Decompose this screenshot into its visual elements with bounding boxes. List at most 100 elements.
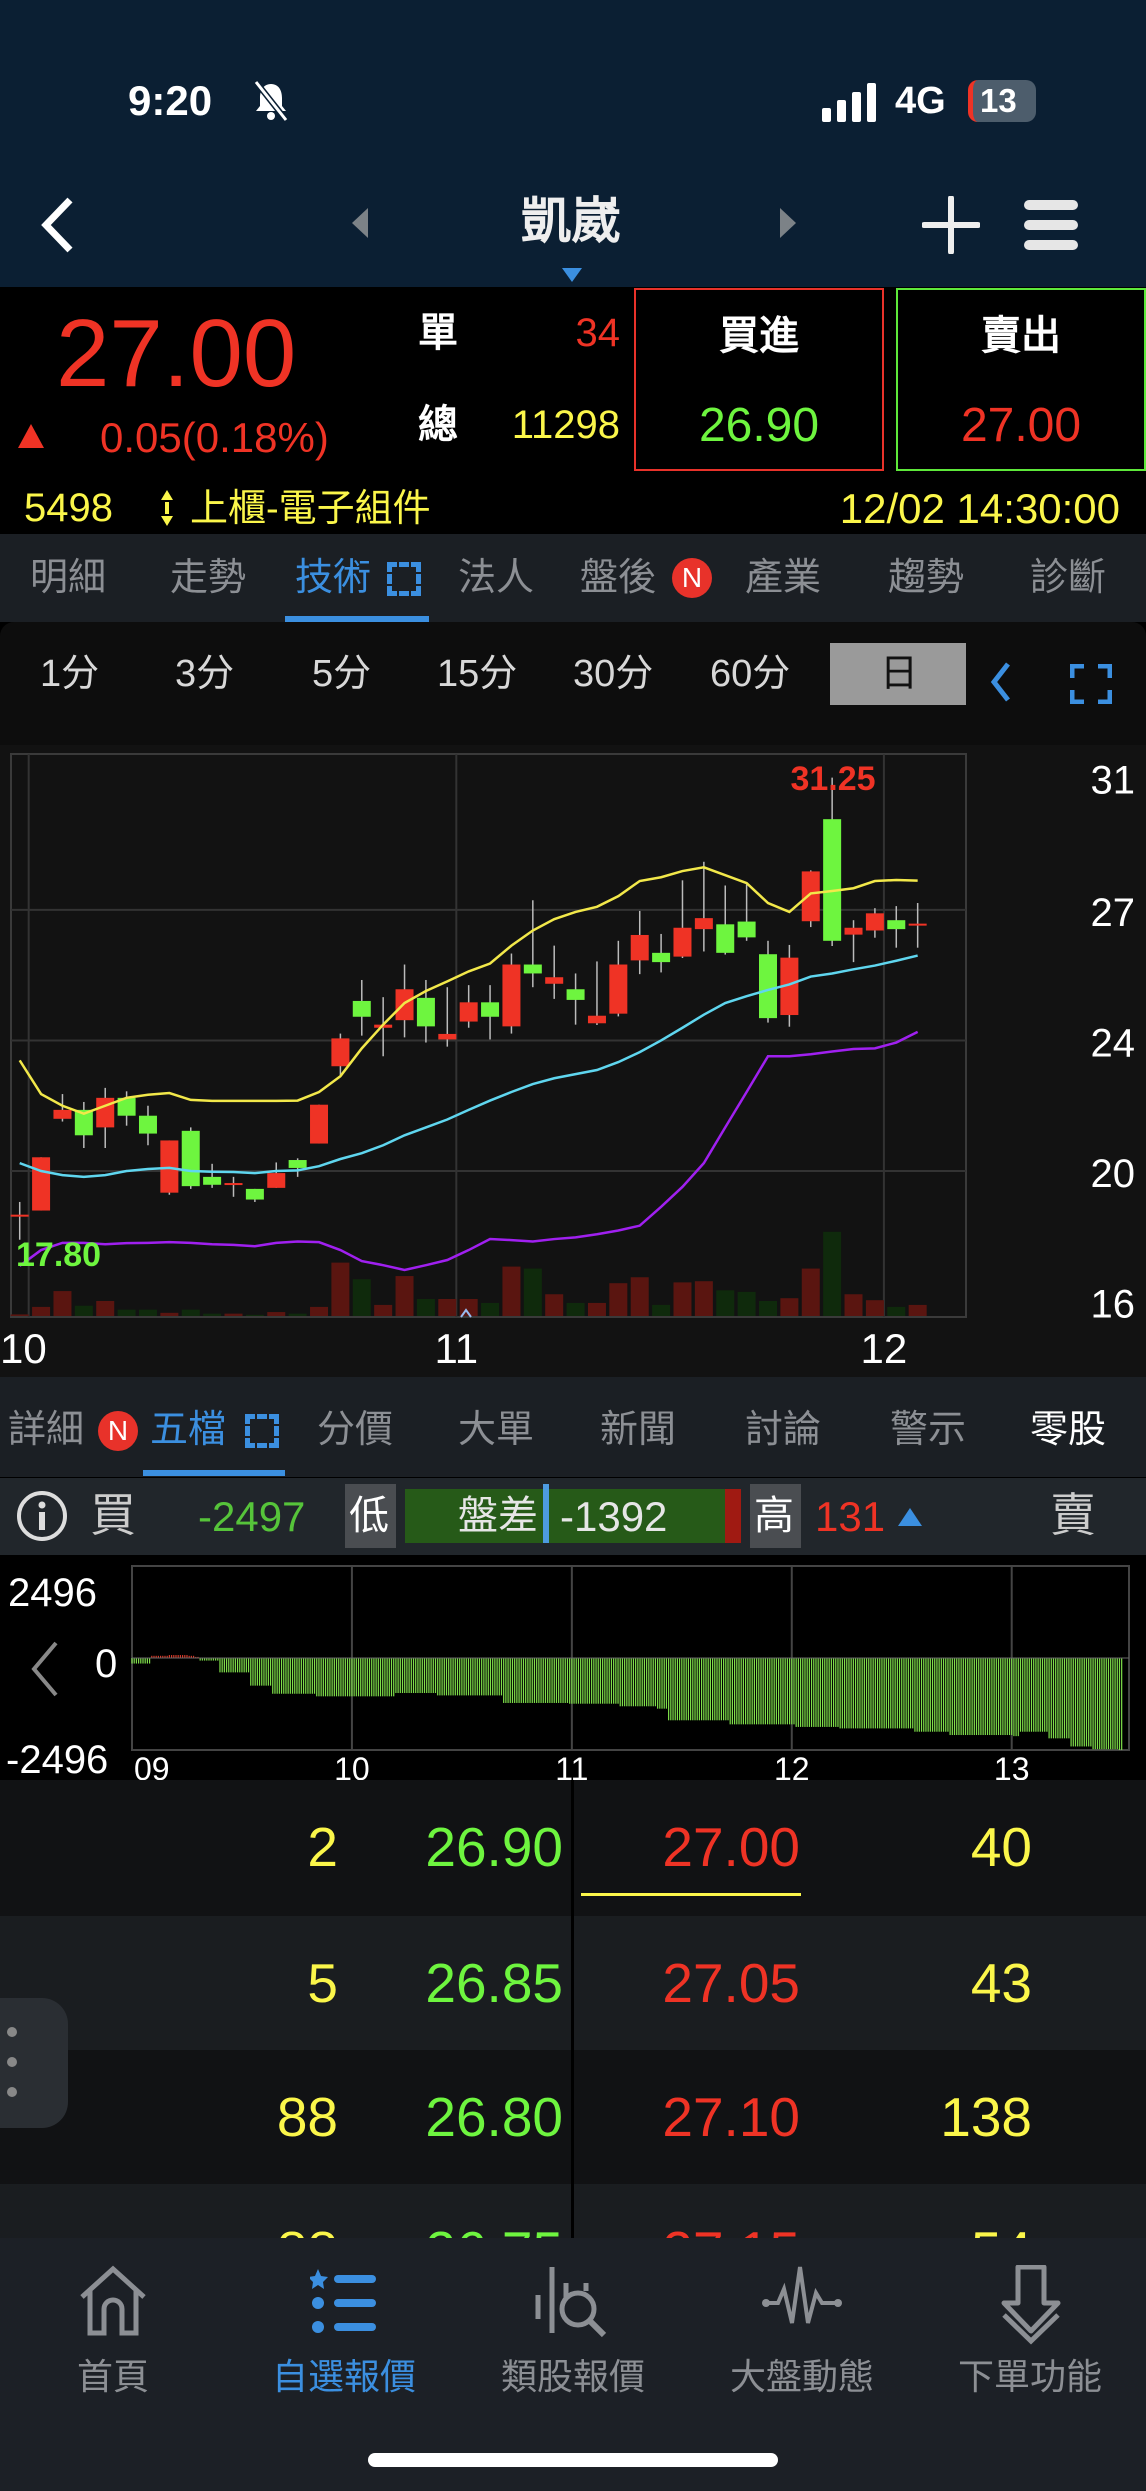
period-4[interactable]: 30分 (573, 655, 653, 693)
tab-2[interactable]: 技術 (295, 559, 371, 597)
nav-item-2[interactable]: 類股報價 (463, 2348, 683, 2400)
candle-body (587, 1015, 606, 1024)
volume-bar (481, 1302, 500, 1316)
add-icon[interactable] (922, 196, 980, 254)
menu-icon[interactable] (1022, 198, 1080, 250)
candlestick-chart[interactable]: 31 27 24 20 16 10 11 12 31.25 17.80 (0, 745, 1146, 1377)
period-5[interactable]: 60分 (710, 655, 790, 693)
candle-body (352, 1000, 371, 1017)
home-indicator (368, 2453, 778, 2467)
tab2-7[interactable]: 零股 (1030, 1411, 1106, 1449)
dropdown-triangle-icon[interactable] (562, 268, 582, 282)
tab2-3[interactable]: 大單 (458, 1411, 534, 1449)
tab2-0[interactable]: 詳細 (8, 1411, 84, 1449)
nav-item-1[interactable]: 自選報價 (234, 2348, 454, 2400)
candle-body (245, 1188, 264, 1200)
candle-body (438, 1033, 457, 1040)
nav-item-0[interactable]: 首頁 (3, 2348, 223, 2400)
y-tick-label: 31 (1091, 759, 1136, 803)
fullscreen-small-icon[interactable] (387, 562, 421, 596)
volume-bar (74, 1305, 93, 1316)
sell-box[interactable]: 賣出 27.00 (896, 288, 1146, 471)
buy-box[interactable]: 買進 26.90 (634, 288, 884, 471)
up-arrow-icon (18, 424, 44, 448)
volume-bar (181, 1309, 200, 1316)
volume-bar (245, 1314, 264, 1316)
plot-frame (10, 753, 967, 1318)
stock-title[interactable]: 凱崴 (521, 196, 621, 246)
candle-body (181, 1130, 200, 1187)
volume-bar (331, 1262, 350, 1316)
order-download-icon (1001, 2265, 1061, 2345)
tab2-5[interactable]: 討論 (745, 1411, 821, 1449)
tab-0[interactable]: 明細 (30, 559, 106, 597)
volume-bar (117, 1309, 136, 1316)
buy-side-label: 買 (90, 1489, 136, 1541)
volume-bar (673, 1282, 692, 1316)
next-stock-icon[interactable] (778, 208, 798, 238)
last-price: 27.00 (56, 300, 297, 407)
market-sector: 上櫃-電子組件 (190, 488, 431, 530)
volume-bar (609, 1283, 628, 1316)
tab2-4[interactable]: 新聞 (600, 1411, 676, 1449)
tab2-6[interactable]: 警示 (890, 1411, 966, 1449)
candle-body (138, 1115, 157, 1134)
volume-bar (160, 1312, 179, 1316)
volume-bar (630, 1277, 649, 1316)
fullscreen-small-icon[interactable] (245, 1414, 279, 1448)
imbalance-chart[interactable]: 09 10 11 12 13 (0, 1555, 1146, 1780)
bell-muted-icon (253, 80, 289, 122)
buy-imbalance-value: -2497 (198, 1493, 306, 1540)
volume-bar (32, 1306, 51, 1316)
tab-1[interactable]: 走勢 (170, 559, 246, 597)
back-chevron-icon[interactable] (36, 196, 80, 254)
fullscreen-icon[interactable] (1070, 664, 1112, 704)
candle-body (53, 1109, 72, 1119)
order-bid-qty: 2 (307, 1816, 338, 1878)
volume-bar (801, 1268, 820, 1316)
y-tick-label: 20 (1091, 1152, 1136, 1196)
period-0[interactable]: 1分 (40, 655, 99, 693)
volume-bar (395, 1276, 414, 1316)
volume-bar (374, 1304, 393, 1316)
period-6[interactable]: 日 (880, 655, 918, 693)
period-1[interactable]: 3分 (175, 655, 234, 693)
battery-level: 13 (980, 82, 1017, 119)
info-icon[interactable] (16, 1490, 68, 1542)
candle-body (908, 923, 927, 926)
prev-stock-icon[interactable] (350, 208, 370, 238)
candle-body (609, 964, 628, 1014)
tab-3[interactable]: 法人 (458, 559, 534, 597)
candle-body (32, 1157, 51, 1211)
collapse-chevron-icon[interactable] (988, 660, 1012, 704)
x-tick-label: 12 (861, 1325, 908, 1372)
volume-bar (138, 1309, 157, 1316)
nav-item-4[interactable]: 下單功能 (920, 2348, 1140, 2400)
high-value: 131 (815, 1493, 886, 1540)
candle-body (331, 1038, 350, 1067)
tab-6[interactable]: 趨勢 (888, 559, 964, 597)
y-tick-label: 24 (1091, 1021, 1136, 1065)
updown-arrows-icon (161, 490, 173, 526)
period-3[interactable]: 15分 (437, 655, 517, 693)
diff-x-label: 09 (134, 1751, 170, 1780)
tab2-2[interactable]: 分價 (317, 1411, 393, 1449)
order-ask-qty: 40 (970, 1816, 1032, 1878)
up-triangle-icon (898, 1508, 922, 1526)
tab-4[interactable]: 盤後 (580, 559, 656, 597)
order-bid: 26.80 (425, 2086, 563, 2148)
side-drawer-handle[interactable] (0, 1998, 68, 2128)
book-divider (571, 1780, 574, 2240)
stock-code: 5498 (24, 486, 113, 530)
home-icon (80, 2265, 146, 2336)
candle-body (801, 871, 820, 922)
period-2[interactable]: 5分 (312, 655, 371, 693)
tab-5[interactable]: 產業 (745, 559, 821, 597)
volume-bar (416, 1298, 435, 1316)
chevron-left-icon[interactable] (26, 1640, 62, 1698)
nav-item-3[interactable]: 大盤動態 (692, 2348, 912, 2400)
high-price-label: 31.25 (790, 760, 875, 798)
tab2-1[interactable]: 五檔 (150, 1411, 226, 1449)
volume-bar (224, 1313, 243, 1316)
tab-7[interactable]: 診斷 (1030, 559, 1106, 597)
